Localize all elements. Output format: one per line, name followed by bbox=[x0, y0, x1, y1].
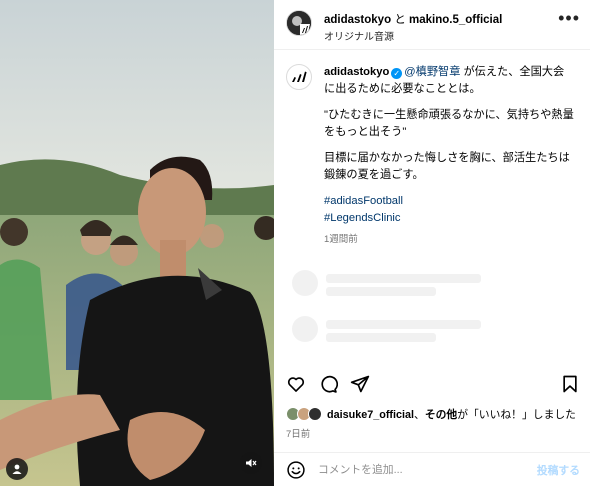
post-details-panel: adidastokyo と makino.5_official オリジナル音源 … bbox=[274, 0, 590, 486]
caption-first-line: adidastokyo ✓ @槙野智章 が伝えた、全国大会に出るために必要なこととは… bbox=[324, 64, 574, 98]
post-date[interactable]: 7日前 bbox=[286, 426, 310, 440]
skeleton-line bbox=[326, 287, 436, 296]
post-caption: adidastokyo ✓ @槙野智章 が伝えた、全国大会に出るために必要なこととは… bbox=[324, 64, 574, 248]
liker-username[interactable]: daisuke7_official bbox=[327, 409, 414, 421]
liker-avatar[interactable] bbox=[308, 407, 322, 421]
caption-mention[interactable]: @槙野智章 bbox=[404, 66, 460, 78]
skeleton-line bbox=[326, 333, 436, 342]
comment-icon[interactable] bbox=[318, 374, 338, 394]
skeleton-line bbox=[326, 274, 481, 283]
comment-skeleton bbox=[274, 312, 590, 352]
skeleton-avatar bbox=[292, 270, 318, 296]
comment-input[interactable] bbox=[318, 461, 518, 479]
bookmark-icon[interactable] bbox=[560, 374, 580, 394]
comment-skeleton bbox=[274, 266, 590, 306]
skeleton-line bbox=[326, 320, 481, 329]
send-icon[interactable] bbox=[350, 374, 370, 394]
likes-summary: daisuke7_official、その他が「いいね！」しました bbox=[286, 405, 576, 423]
caption-paragraph: 目標に届かなかった悔しさを胸に、部活生たちは鍛錬の夏を過ごす。 bbox=[324, 152, 570, 181]
likes-suffix: が「いいね！」しました bbox=[457, 409, 576, 421]
caption-username[interactable]: adidastokyo bbox=[324, 66, 389, 78]
likes-separator: 、 bbox=[414, 409, 425, 421]
comment-composer: 投稿する bbox=[274, 452, 590, 486]
hashtag-legendsclinic[interactable]: #LegendsClinic bbox=[324, 210, 574, 227]
post-actions bbox=[274, 372, 590, 398]
author-avatar[interactable] bbox=[286, 10, 312, 36]
post-authors: adidastokyo と makino.5_official bbox=[324, 11, 502, 27]
heart-icon[interactable] bbox=[286, 374, 306, 394]
smiley-icon[interactable] bbox=[286, 460, 306, 480]
caption-timestamp[interactable]: 1週間前 bbox=[324, 231, 574, 248]
speaker-muted-icon bbox=[246, 459, 257, 467]
avatar-image bbox=[287, 11, 311, 35]
more-options-button[interactable]: ••• bbox=[558, 9, 580, 27]
verified-badge-icon: ✓ bbox=[391, 68, 403, 79]
audio-link[interactable]: オリジナル音源 bbox=[324, 28, 394, 43]
adidas-logo-icon bbox=[292, 71, 307, 82]
post-media[interactable] bbox=[0, 0, 274, 486]
caption-avatar[interactable] bbox=[286, 64, 312, 90]
likes-text: daisuke7_official、その他が「いいね！」しました bbox=[327, 406, 576, 422]
coauthor-link[interactable]: makino.5_official bbox=[409, 14, 502, 26]
tagged-users-button[interactable] bbox=[6, 458, 28, 480]
skeleton-avatar bbox=[292, 316, 318, 342]
post-photo bbox=[0, 0, 274, 486]
mute-button[interactable] bbox=[240, 452, 262, 474]
caption-quote: "ひたむきに一生懸命頑張るなかに、気持ちや熱量をもっと出そう" bbox=[324, 109, 574, 138]
likes-others-link[interactable]: その他 bbox=[425, 409, 457, 421]
hashtag-adidasfootball[interactable]: #adidasFootball bbox=[324, 193, 574, 210]
post-header: adidastokyo と makino.5_official オリジナル音源 … bbox=[274, 0, 590, 50]
post-comment-button[interactable]: 投稿する bbox=[537, 462, 580, 478]
author-link[interactable]: adidastokyo bbox=[324, 14, 391, 26]
author-conjunction: と bbox=[394, 14, 406, 26]
user-icon bbox=[12, 464, 22, 474]
